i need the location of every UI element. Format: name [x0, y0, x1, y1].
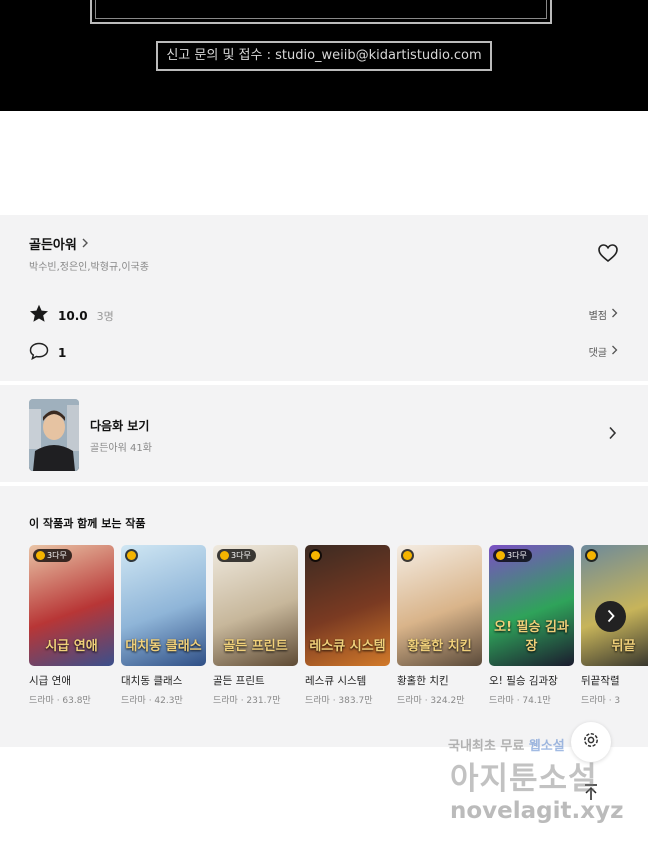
comment-bubble-icon — [29, 342, 49, 364]
badge-label: 3다무 — [47, 551, 67, 560]
gear-icon — [581, 730, 601, 754]
badge-label: 3다무 — [231, 551, 251, 560]
clock-icon — [220, 551, 229, 560]
recommendation-cover[interactable]: 황홀한 치킨 — [397, 545, 482, 666]
next-episode-thumbnail[interactable] — [29, 399, 79, 471]
work-title-link[interactable]: 골든아워 — [29, 234, 89, 253]
recommendations-heading: 이 작품과 함께 보는 작품 — [29, 517, 146, 530]
recommendation-title[interactable]: 뒤끝작렬 — [581, 673, 648, 688]
recommendation-title[interactable]: 오! 필승 김과장 — [489, 673, 574, 688]
comments-count: 1 — [58, 346, 67, 360]
rating-count: 3명 — [96, 309, 114, 323]
wait-free-badge: 3다무 — [493, 549, 532, 562]
next-episode-label[interactable]: 다음화 보기 — [90, 417, 149, 434]
recommendation-item[interactable]: 3다무 시급 연애 시급 연애 드라마 · 63.8만 — [29, 545, 114, 706]
recommendation-title[interactable]: 황홀한 치킨 — [397, 673, 482, 688]
comments-link[interactable]: 댓글 — [589, 344, 618, 359]
chevron-right-icon — [611, 308, 618, 321]
top-banner: 신고 문의 및 접수 : studio_weiib@kidartistudio.… — [0, 0, 648, 111]
cover-title-art: 시급 연애 — [45, 639, 98, 654]
section-divider — [0, 381, 648, 385]
clock-icon — [401, 549, 414, 562]
recommendation-title[interactable]: 시급 연애 — [29, 673, 114, 688]
recommendation-cover[interactable]: 3다무오! 필승 김과장 — [489, 545, 574, 666]
wait-free-badge: 3다무 — [33, 549, 72, 562]
section-divider — [0, 482, 648, 486]
clock-icon — [496, 551, 505, 560]
settings-button[interactable] — [571, 722, 611, 762]
report-contact-text: 신고 문의 및 접수 : studio_weiib@kidartistudio.… — [156, 41, 492, 71]
cover-title-art: 골든 프린트 — [223, 639, 288, 654]
arrow-up-icon — [583, 783, 599, 805]
recommendation-meta: 드라마 · 231.7만 — [213, 696, 281, 706]
recommendation-meta: 드라마 · 383.7만 — [305, 696, 373, 706]
cover-title-art: 뒤끝 — [611, 639, 636, 654]
clock-icon — [125, 549, 138, 562]
recommendation-meta: 드라마 · 3 — [581, 696, 621, 706]
badge-label: 3다무 — [507, 551, 527, 560]
recommendation-meta: 드라마 · 74.1만 — [489, 696, 551, 706]
recommendation-meta: 드라마 · 324.2만 — [397, 696, 465, 706]
chevron-right-icon — [611, 345, 618, 358]
recommendation-title[interactable]: 골든 프린트 — [213, 673, 298, 688]
recommendations-carousel: 3다무 시급 연애 시급 연애 드라마 · 63.8만 대치동 클래스 대치동 클래스 드라… — [29, 545, 648, 715]
recommendation-meta: 드라마 · 42.3만 — [121, 696, 183, 706]
recommendation-item[interactable]: 대치동 클래스 대치동 클래스 드라마 · 42.3만 — [121, 545, 206, 706]
recommendation-item[interactable]: 3다무 골든 프린트 골든 프린트 드라마 · 231.7만 — [213, 545, 298, 706]
chevron-right-icon[interactable] — [608, 426, 617, 444]
chevron-right-icon — [81, 237, 89, 251]
cover-title-art: 레스큐 시스템 — [309, 639, 386, 654]
cover-title-art: 대치동 클래스 — [125, 639, 202, 654]
star-icon — [29, 304, 49, 327]
rating-row: 10.0 3명 — [29, 304, 114, 327]
clock-icon — [36, 551, 45, 560]
scroll-top-button[interactable] — [571, 774, 611, 814]
banner-frame — [90, 0, 552, 24]
recommendation-cover[interactable]: 3다무골든 프린트 — [213, 545, 298, 666]
recommendation-item[interactable]: 황홀한 치킨 황홀한 치킨 드라마 · 324.2만 — [397, 545, 482, 706]
cover-title-art: 오! 필승 김과장 — [494, 620, 569, 654]
wait-free-badge: 3다무 — [217, 549, 256, 562]
recommendation-title[interactable]: 대치동 클래스 — [121, 673, 206, 688]
recommendation-item[interactable]: 3다무 오! 필승 김과장 오! 필승 김과장 드라마 · 74.1만 — [489, 545, 574, 706]
recommendation-cover[interactable]: 대치동 클래스 — [121, 545, 206, 666]
carousel-next-button[interactable] — [595, 601, 626, 632]
next-episode-subtitle: 골든아워 41화 — [90, 443, 152, 454]
work-authors: 박수빈,정은인,박형규,이국종 — [29, 262, 149, 273]
recommendation-cover[interactable]: 레스큐 시스템 — [305, 545, 390, 666]
work-title: 골든아워 — [29, 238, 77, 253]
cover-title-art: 황홀한 치킨 — [407, 639, 472, 654]
recommendation-item[interactable]: 레스큐 시스템 레스큐 시스템 드라마 · 383.7만 — [305, 545, 390, 706]
clock-icon — [309, 549, 322, 562]
rating-link[interactable]: 별점 — [589, 307, 618, 322]
comments-row: 1 — [29, 342, 66, 364]
rating-link-label: 별점 — [588, 311, 607, 322]
comments-link-label: 댓글 — [588, 348, 607, 359]
recommendation-cover[interactable]: 3다무시급 연애 — [29, 545, 114, 666]
recommendation-title[interactable]: 레스큐 시스템 — [305, 673, 390, 688]
recommendation-meta: 드라마 · 63.8만 — [29, 696, 91, 706]
heart-outline-icon[interactable] — [596, 241, 620, 265]
clock-icon — [585, 549, 598, 562]
rating-value: 10.0 — [58, 308, 88, 323]
